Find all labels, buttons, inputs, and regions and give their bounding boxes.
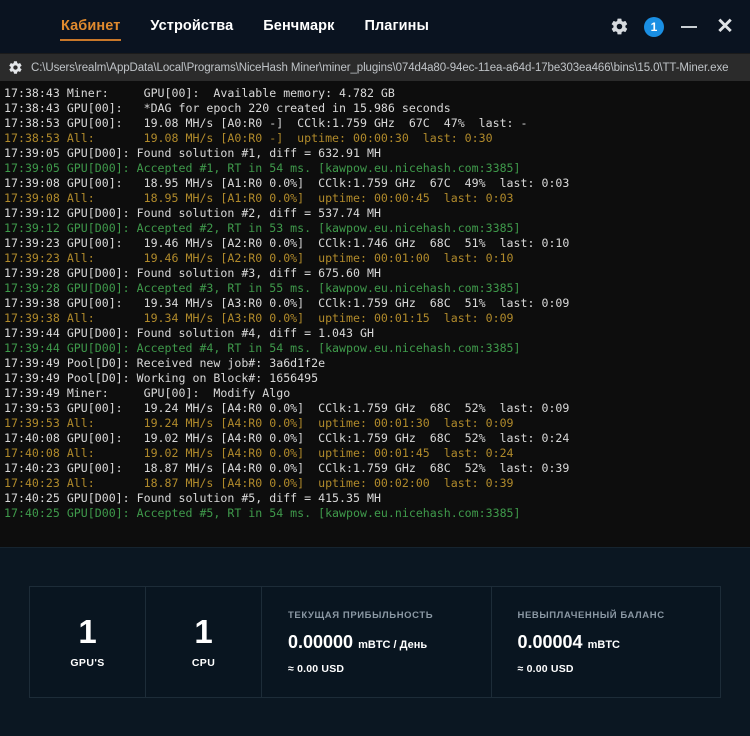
unpaid-balance-amount: 0.00004: [518, 632, 583, 652]
console-log-line: 17:39:05 GPU[D00]: Accepted #1, RT in 54…: [4, 161, 750, 176]
console-log-line: 17:39:12 GPU[D00]: Accepted #2, RT in 53…: [4, 221, 750, 236]
console-log-line: 17:40:23 All: 18.87 MH/s [A4:R0 0.0%] up…: [4, 476, 750, 491]
close-icon: ✕: [716, 16, 734, 37]
unpaid-balance-unit: mBTC: [588, 639, 620, 651]
console-log-line: 17:39:49 Pool[D0]: Received new job#: 3a…: [4, 356, 750, 371]
gpu-count-value: 1: [78, 615, 96, 648]
profitability-unit: mBTC / День: [358, 639, 427, 651]
console-log-line: 17:39:23 All: 19.46 MH/s [A2:R0 0.0%] up…: [4, 251, 750, 266]
unpaid-balance-cell: НЕВЫПЛАЧЕННЫЙ БАЛАНС 0.00004 mBTC ≈ 0.00…: [492, 587, 721, 697]
console-log-line: 17:39:12 GPU[D00]: Found solution #2, di…: [4, 206, 750, 221]
profitability-value: 0.00000 mBTC / День: [288, 633, 491, 651]
profitability-cell: ТЕКУЩАЯ ПРИБЫЛЬНОСТЬ 0.00000 mBTC / День…: [262, 587, 492, 697]
gear-small-icon: [8, 60, 23, 75]
app-window: Кабинет Устройства Бенчмарк Плагины 1 ✕: [0, 0, 750, 736]
tab-benchmark[interactable]: Бенчмарк: [262, 13, 335, 41]
main-tabs: Кабинет Устройства Бенчмарк Плагины: [60, 0, 430, 53]
profitability-label: ТЕКУЩАЯ ПРИБЫЛЬНОСТЬ: [288, 610, 491, 621]
console-log-line: 17:38:53 All: 19.08 MH/s [A0:R0 -] uptim…: [4, 131, 750, 146]
unpaid-balance-value: 0.00004 mBTC: [518, 633, 721, 651]
console-log-line: 17:38:53 GPU[00]: 19.08 MH/s [A0:R0 -] C…: [4, 116, 750, 131]
close-button[interactable]: ✕: [714, 16, 736, 38]
console-log-line: 17:39:28 GPU[D00]: Found solution #3, di…: [4, 266, 750, 281]
unpaid-balance-label: НЕВЫПЛАЧЕННЫЙ БАЛАНС: [518, 610, 721, 621]
cpu-count-label: CPU: [192, 657, 215, 669]
console-log-line: 17:39:44 GPU[D00]: Accepted #4, RT in 54…: [4, 341, 750, 356]
window-controls: 1 ✕: [608, 16, 736, 38]
tab-plugins[interactable]: Плагины: [363, 13, 430, 41]
console-log-line: 17:39:38 All: 19.34 MH/s [A3:R0 0.0%] up…: [4, 311, 750, 326]
console-log-line: 17:39:53 GPU[00]: 19.24 MH/s [A4:R0 0.0%…: [4, 401, 750, 416]
console-log-line: 17:40:08 GPU[00]: 19.02 MH/s [A4:R0 0.0%…: [4, 431, 750, 446]
minimize-icon: [681, 26, 697, 28]
miner-console-log[interactable]: 17:38:43 Miner: GPU[00]: Available memor…: [0, 81, 750, 547]
console-log-line: 17:40:08 All: 19.02 MH/s [A4:R0 0.0%] up…: [4, 446, 750, 461]
console-log-line: 17:39:49 Pool[D0]: Working on Block#: 16…: [4, 371, 750, 386]
console-log-line: 17:39:05 GPU[D00]: Found solution #1, di…: [4, 146, 750, 161]
cpu-count-value: 1: [194, 615, 212, 648]
console-log-line: 17:39:28 GPU[D00]: Accepted #3, RT in 55…: [4, 281, 750, 296]
console-log-line: 17:39:44 GPU[D00]: Found solution #4, di…: [4, 326, 750, 341]
tab-ustroystva[interactable]: Устройства: [149, 13, 234, 41]
profitability-amount: 0.00000: [288, 632, 353, 652]
gear-icon[interactable]: [608, 16, 630, 38]
summary-panel: 1 GPU'S 1 CPU ТЕКУЩАЯ ПРИБЫЛЬНОСТЬ 0.000…: [0, 547, 750, 736]
console-log-line: 17:38:43 Miner: GPU[00]: Available memor…: [4, 86, 750, 101]
console-log-line: 17:39:23 GPU[00]: 19.46 MH/s [A2:R0 0.0%…: [4, 236, 750, 251]
profitability-usd: ≈ 0.00 USD: [288, 663, 491, 675]
title-bar: Кабинет Устройства Бенчмарк Плагины 1 ✕: [0, 0, 750, 53]
miner-path-text: C:\Users\realm\AppData\Local\Programs\Ni…: [31, 62, 728, 74]
gpu-count-cell: 1 GPU'S: [30, 587, 146, 697]
console-log-line: 17:40:25 GPU[D00]: Found solution #5, di…: [4, 491, 750, 506]
gpu-count-label: GPU'S: [70, 657, 104, 669]
miner-path-bar: C:\Users\realm\AppData\Local\Programs\Ni…: [0, 53, 750, 81]
notification-badge[interactable]: 1: [644, 17, 664, 37]
console-log-line: 17:39:53 All: 19.24 MH/s [A4:R0 0.0%] up…: [4, 416, 750, 431]
cpu-count-cell: 1 CPU: [146, 587, 262, 697]
console-log-line: 17:39:38 GPU[00]: 19.34 MH/s [A3:R0 0.0%…: [4, 296, 750, 311]
console-log-line: 17:38:43 GPU[00]: *DAG for epoch 220 cre…: [4, 101, 750, 116]
unpaid-balance-usd: ≈ 0.00 USD: [518, 663, 721, 675]
console-log-line: 17:39:08 GPU[00]: 18.95 MH/s [A1:R0 0.0%…: [4, 176, 750, 191]
console-log-line: 17:40:23 GPU[00]: 18.87 MH/s [A4:R0 0.0%…: [4, 461, 750, 476]
tab-kabinet[interactable]: Кабинет: [60, 13, 121, 41]
console-log-line: 17:39:49 Miner: GPU[00]: Modify Algo: [4, 386, 750, 401]
console-log-line: 17:40:25 GPU[D00]: Accepted #5, RT in 54…: [4, 506, 750, 521]
minimize-button[interactable]: [678, 16, 700, 38]
console-log-line: 17:39:08 All: 18.95 MH/s [A1:R0 0.0%] up…: [4, 191, 750, 206]
summary-grid: 1 GPU'S 1 CPU ТЕКУЩАЯ ПРИБЫЛЬНОСТЬ 0.000…: [29, 586, 721, 698]
